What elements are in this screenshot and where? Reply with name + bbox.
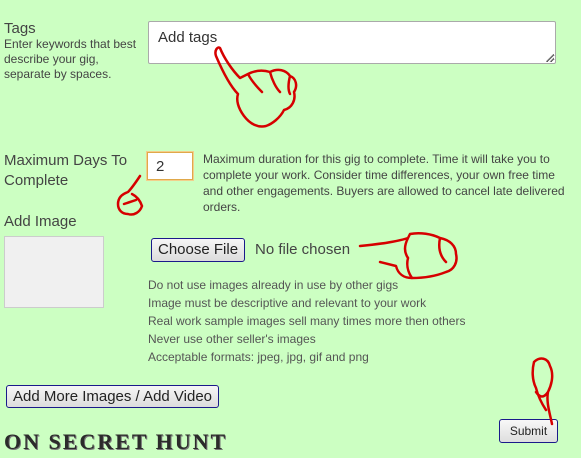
add-more-images-button[interactable]: Add More Images / Add Video <box>6 385 220 408</box>
tags-textarea[interactable]: Add tags <box>148 21 556 64</box>
add-image-label: Add Image <box>4 213 77 230</box>
max-days-input[interactable] <box>147 152 193 180</box>
image-rule: Do not use images already in use by othe… <box>148 278 399 292</box>
image-rule: Real work sample images sell many times … <box>148 314 466 328</box>
image-rule: Image must be descriptive and relevant t… <box>148 296 427 310</box>
tags-label: Tags <box>4 20 36 37</box>
image-preview-placeholder <box>4 236 104 308</box>
pointing-hand-icon <box>531 357 554 426</box>
image-rule: Never use other seller's images <box>148 332 316 346</box>
max-days-hint: Maximum duration for this gig to complet… <box>203 152 565 214</box>
image-rules-list: Do not use images already in use by othe… <box>148 276 465 366</box>
submit-button[interactable]: Submit <box>499 419 558 443</box>
image-rule: Acceptable formats: jpeg, jpg, gif and p… <box>148 350 369 364</box>
resize-grip-icon[interactable] <box>546 54 554 62</box>
watermark: ON SECRET HUNT <box>4 429 228 454</box>
no-file-chosen-text: No file chosen <box>255 241 351 258</box>
pointing-hand-icon <box>358 231 458 280</box>
max-days-label: Maximum Days To Complete <box>4 152 128 189</box>
tags-hint: Enter keywords that best describe your g… <box>4 37 137 81</box>
choose-file-button[interactable]: Choose File <box>151 238 246 262</box>
tags-textarea-value: Add tags <box>158 29 218 46</box>
